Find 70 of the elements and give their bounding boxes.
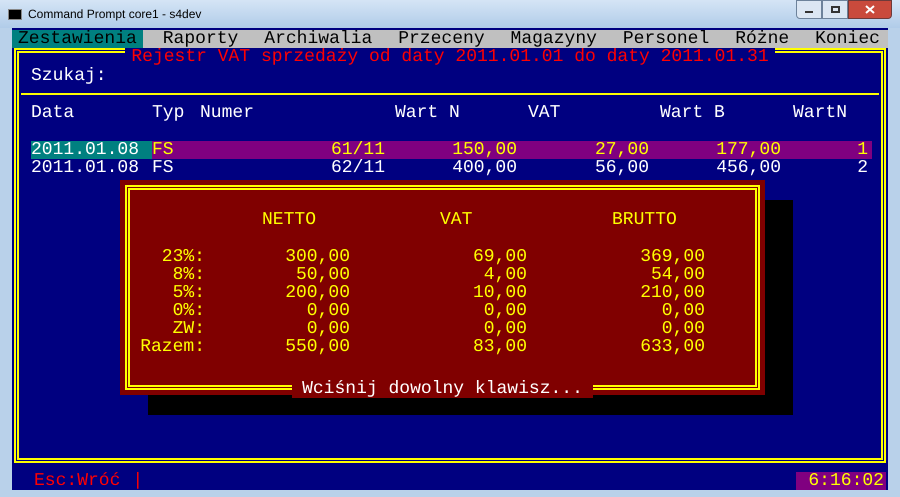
close-icon: [865, 5, 875, 14]
rate-label: 23%:: [160, 248, 205, 266]
table-cell-text: 61/11: [330, 141, 386, 159]
summary-value: 633,00: [639, 338, 705, 356]
menu-item[interactable]: Koniec: [809, 30, 886, 48]
rate-label: 5%:: [172, 284, 205, 302]
summary-value: 10,00: [472, 284, 527, 302]
table-cell-text: 1: [856, 141, 869, 159]
summary-value: 550,00: [284, 338, 350, 356]
table-cell-text: 62/11: [330, 159, 386, 177]
column-header: Wart N: [394, 104, 461, 122]
status-hint: Esc:Wróć: [34, 472, 120, 490]
summary-value: 0,00: [660, 320, 705, 338]
table-cell-text: 2011.01.08: [31, 159, 140, 177]
summary-value: 0,00: [306, 320, 350, 338]
status-separator: |: [132, 472, 144, 490]
menu-item[interactable]: Magazyny: [504, 30, 603, 48]
summary-value: 54,00: [650, 266, 705, 284]
close-button[interactable]: [848, 0, 892, 19]
rate-label: ZW:: [172, 320, 205, 338]
menu-item[interactable]: Archiwalia: [258, 30, 378, 48]
summary-value: 0,00: [482, 302, 527, 320]
column-header: Typ: [152, 104, 186, 122]
console-icon: [8, 8, 22, 20]
maximize-button[interactable]: [822, 0, 848, 19]
table-cell-text: 177,00: [715, 141, 782, 159]
table-cell-text: 2: [856, 159, 869, 177]
table-row[interactable]: 2011.01.08 FS 62/11 400,00 56,00 456,00 2: [31, 159, 872, 177]
rate-label: 8%:: [172, 266, 205, 284]
summary-value: 0,00: [482, 320, 527, 338]
search-label[interactable]: Szukaj:: [31, 67, 107, 85]
table-cell-text: 456,00: [715, 159, 782, 177]
table-cell-text: 27,00: [594, 141, 650, 159]
report-title: Rejestr VAT sprzedaży od daty 2011.01.01 do daty 2011.01.31: [125, 48, 775, 66]
rate-label: 0%:: [172, 302, 205, 320]
menu-item[interactable]: Różne: [729, 30, 796, 48]
table-cell-text: FS: [152, 159, 175, 177]
summary-value: 0,00: [660, 302, 705, 320]
table-cell: 2011.01.08: [31, 141, 152, 159]
summary-value: 369,00: [639, 248, 705, 266]
summary-value: 69,00: [472, 248, 527, 266]
summary-value: 200,00: [284, 284, 350, 302]
minimize-button[interactable]: [796, 0, 822, 19]
table-cell-text: 56,00: [594, 159, 650, 177]
menu-item[interactable]: Personel: [616, 30, 716, 48]
press-any-key-prompt: Wciśnij dowolny klawisz...: [292, 380, 593, 398]
rate-label: Razem:: [139, 338, 205, 356]
column-header: Data: [31, 104, 76, 122]
summary-value: 300,00: [284, 248, 350, 266]
table-cell-text: 150,00: [451, 141, 518, 159]
summary-value: 0,00: [306, 302, 350, 320]
column-header: VAT: [527, 104, 562, 122]
summary-value: 210,00: [639, 284, 705, 302]
column-header: WartN: [792, 104, 848, 122]
summary-header: BRUTTO: [611, 211, 678, 229]
column-header: Numer: [200, 104, 256, 122]
summary-value: 83,00: [472, 338, 527, 356]
summary-header: NETTO: [261, 211, 318, 229]
summary-value: 4,00: [482, 266, 527, 284]
window-title: Command Prompt core1 - s4dev: [28, 6, 202, 23]
summary-header: VAT: [439, 211, 474, 229]
menu-item[interactable]: Zestawienia: [12, 30, 143, 48]
status-time: 6:16:02: [796, 472, 886, 490]
summary-value: 50,00: [294, 266, 350, 284]
table-cell-text: FS: [152, 141, 175, 159]
table-row[interactable]: 2011.01.08 FS 61/11 150,00 27,00 177,00 1: [31, 141, 872, 159]
column-header: Wart B: [659, 104, 726, 122]
menu-item[interactable]: Przeceny: [392, 30, 491, 48]
menu-item[interactable]: Raporty: [156, 30, 244, 48]
table-cell-text: 400,00: [451, 159, 518, 177]
